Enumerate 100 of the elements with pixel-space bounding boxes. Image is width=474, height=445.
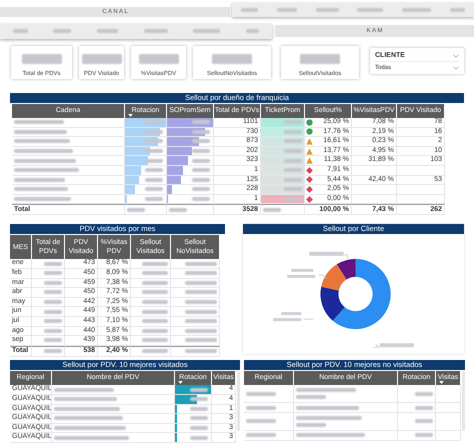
blurred-text xyxy=(190,388,208,392)
blurred-text xyxy=(142,310,168,314)
blurred-text xyxy=(300,54,340,64)
blurred-text xyxy=(44,280,62,285)
blurred-text xyxy=(192,149,210,154)
blurred-text xyxy=(380,344,414,348)
blurred-text xyxy=(309,252,344,256)
blurred-text xyxy=(142,300,168,304)
chevron-icon xyxy=(453,66,459,70)
blurred-text xyxy=(97,29,118,33)
blurred-text xyxy=(142,319,168,324)
blurred-text xyxy=(246,406,276,410)
blurred-text xyxy=(185,349,217,354)
blurred-text xyxy=(145,187,163,192)
blurred-text xyxy=(185,280,217,285)
blurred-text xyxy=(415,406,433,410)
blurred-text xyxy=(54,406,120,411)
blurred-text xyxy=(145,158,163,163)
blurred-text xyxy=(190,397,208,402)
blurred-text xyxy=(14,197,71,202)
blurred-text xyxy=(185,310,217,314)
table-cell xyxy=(397,166,445,176)
blurred-text xyxy=(291,269,314,272)
blurred-text xyxy=(190,436,208,440)
blurred-text xyxy=(246,433,276,438)
blurred-text xyxy=(415,419,433,424)
blurred-text xyxy=(14,139,70,144)
blurred-text xyxy=(14,187,68,192)
blurred-text xyxy=(284,130,302,134)
blurred-text xyxy=(142,338,168,342)
blurred-text xyxy=(296,416,362,420)
blurred-text xyxy=(192,178,210,182)
leader-line xyxy=(318,274,327,280)
blurred-text xyxy=(127,208,145,212)
blurred-text xyxy=(190,406,208,411)
blurred-text xyxy=(14,149,73,154)
blurred-text xyxy=(190,416,208,420)
blurred-text xyxy=(82,54,122,64)
blurred-text xyxy=(192,168,210,172)
blurred-text xyxy=(53,29,72,33)
blurred-text xyxy=(54,397,117,402)
blurred-text xyxy=(296,406,359,410)
blurred-text xyxy=(263,208,281,212)
blurred-text xyxy=(44,310,62,314)
chevron-icon[interactable] xyxy=(453,54,459,58)
blurred-text xyxy=(145,130,163,134)
blurred-text xyxy=(284,139,302,144)
blurred-text xyxy=(44,290,62,294)
blurred-text xyxy=(138,54,178,64)
blurred-text xyxy=(44,338,62,342)
blurred-text xyxy=(316,8,339,12)
table-cell xyxy=(397,185,445,195)
blurred-text xyxy=(14,178,65,182)
blurred-text xyxy=(44,328,62,333)
blurred-text xyxy=(142,280,168,285)
blurred-text xyxy=(402,8,431,12)
blurred-text xyxy=(284,120,302,124)
blurred-text xyxy=(54,416,123,420)
blurred-text xyxy=(145,168,163,172)
blurred-text xyxy=(296,395,326,400)
leader-line xyxy=(302,319,314,320)
sort-icon xyxy=(439,381,444,384)
blurred-text xyxy=(192,158,210,163)
blurred-text xyxy=(142,328,168,333)
blurred-text xyxy=(284,149,302,154)
blurred-text xyxy=(14,168,79,172)
blurred-text xyxy=(185,338,217,342)
blurred-text xyxy=(54,388,114,392)
blurred-text xyxy=(145,149,163,154)
blurred-text xyxy=(281,312,302,316)
blurred-text xyxy=(44,349,62,354)
blurred-text xyxy=(14,130,67,134)
blurred-text xyxy=(276,8,297,12)
blurred-text xyxy=(284,187,302,192)
blurred-text xyxy=(212,54,252,64)
blurred-text xyxy=(296,433,365,438)
blurred-text xyxy=(192,139,210,144)
blurred-text xyxy=(185,300,217,304)
blurred-text xyxy=(190,426,208,430)
blurred-text xyxy=(14,158,76,163)
blurred-text xyxy=(415,433,433,438)
table-cell xyxy=(397,194,445,204)
leader-line xyxy=(343,254,348,260)
blurred-text xyxy=(14,120,64,124)
blurred-text xyxy=(287,275,316,278)
blurred-text xyxy=(145,197,163,202)
blurred-text xyxy=(192,120,210,124)
blurred-text xyxy=(450,8,465,12)
blurred-text xyxy=(44,271,62,276)
blurred-text xyxy=(193,29,220,33)
blurred-text xyxy=(296,422,326,427)
blurred-text xyxy=(284,158,302,163)
blurred-text xyxy=(185,271,217,276)
blurred-text xyxy=(246,392,276,396)
blurred-text xyxy=(145,120,163,124)
blurred-text xyxy=(284,168,302,172)
blurred-text xyxy=(144,29,168,33)
leader-line xyxy=(373,344,380,348)
blurred-text xyxy=(142,349,168,354)
blurred-text xyxy=(142,271,168,276)
